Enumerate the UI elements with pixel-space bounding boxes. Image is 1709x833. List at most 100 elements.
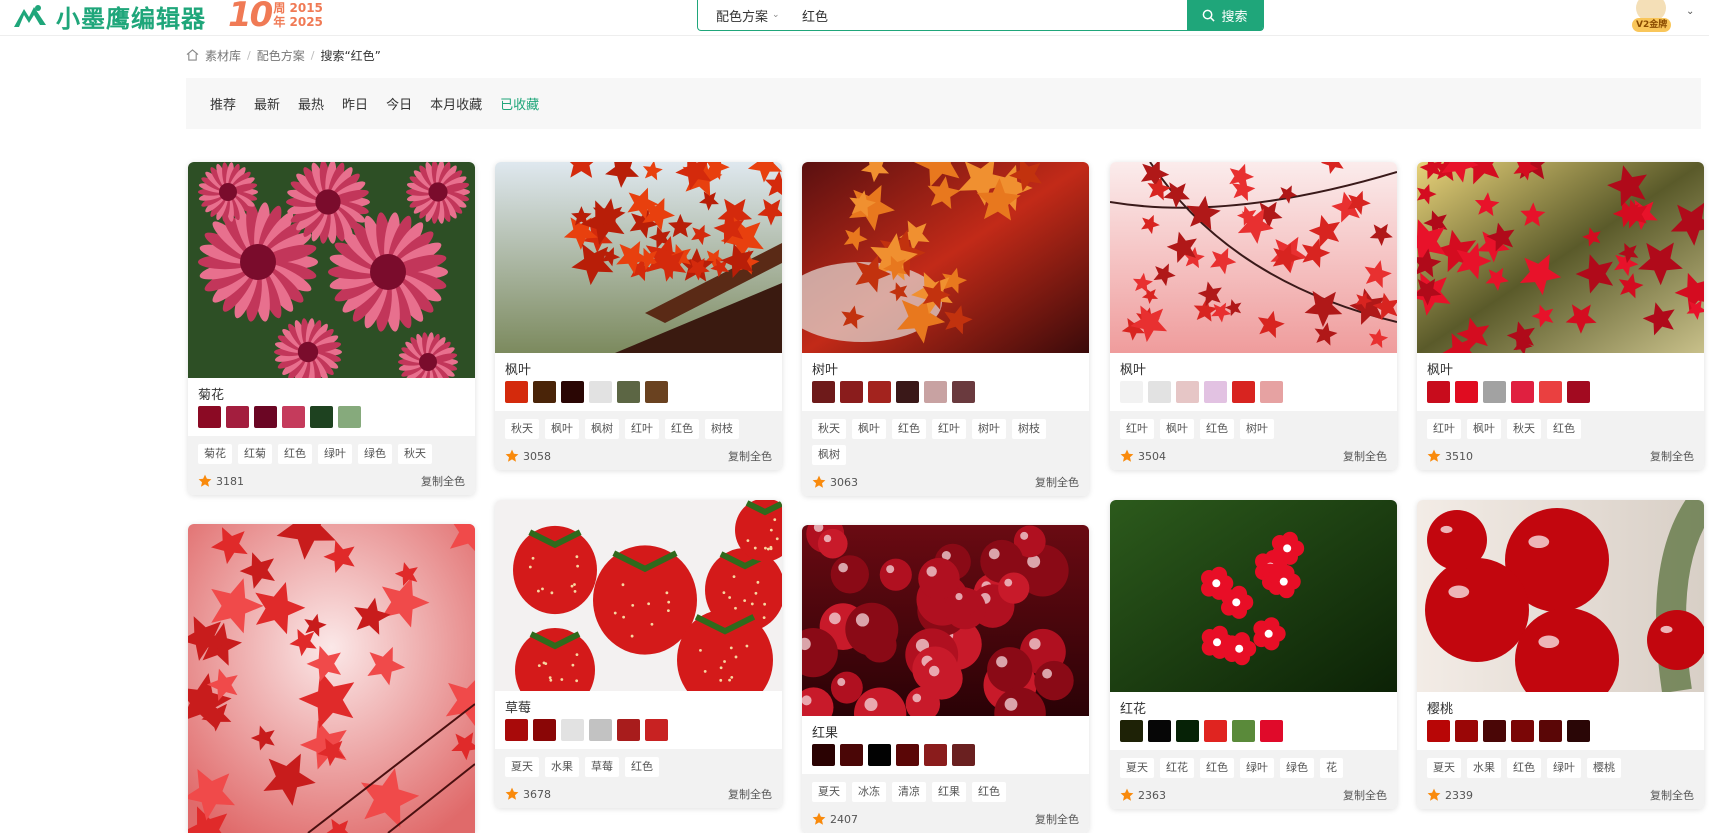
color-swatch[interactable] — [868, 381, 891, 403]
filter-tab-today[interactable]: 今日 — [386, 94, 412, 113]
color-swatch[interactable] — [1176, 381, 1199, 403]
tag[interactable]: 绿色 — [1280, 758, 1314, 778]
color-swatch[interactable] — [505, 381, 528, 403]
palette-card[interactable]: 枫叶 秋天 枫叶 枫树 红叶 红色 树枝 3058 复制全色 — [495, 162, 782, 470]
tag[interactable]: 树叶 — [1240, 419, 1274, 439]
favorite-count[interactable]: 3678 — [505, 787, 551, 801]
filter-tab-yesterday[interactable]: 昨日 — [342, 94, 368, 113]
tag[interactable]: 红色 — [278, 444, 312, 464]
color-swatch[interactable] — [282, 406, 305, 428]
color-swatch[interactable] — [1204, 720, 1227, 742]
palette-image[interactable] — [1110, 162, 1397, 353]
chevron-down-icon[interactable]: ⌄ — [1686, 6, 1694, 17]
color-swatch[interactable] — [840, 744, 863, 766]
copy-all-colors-button[interactable]: 复制全色 — [1650, 787, 1694, 803]
tag[interactable]: 清凉 — [892, 782, 926, 802]
palette-image[interactable] — [495, 500, 782, 691]
filter-tab-recommend[interactable]: 推荐 — [210, 94, 236, 113]
color-swatch[interactable] — [1260, 720, 1283, 742]
color-swatch[interactable] — [338, 406, 361, 428]
copy-all-colors-button[interactable]: 复制全色 — [1035, 811, 1079, 827]
color-swatch[interactable] — [812, 381, 835, 403]
color-swatch[interactable] — [1427, 381, 1450, 403]
color-swatch[interactable] — [1483, 381, 1506, 403]
color-swatch[interactable] — [561, 719, 584, 741]
search-button[interactable]: 搜索 — [1187, 0, 1263, 31]
palette-image[interactable] — [1110, 500, 1397, 692]
favorite-count[interactable]: 3058 — [505, 449, 551, 463]
tag[interactable]: 花 — [1320, 758, 1343, 778]
color-swatch[interactable] — [1539, 381, 1562, 403]
filter-tab-newest[interactable]: 最新 — [254, 94, 280, 113]
color-swatch[interactable] — [645, 719, 668, 741]
tag[interactable]: 红菊 — [238, 444, 272, 464]
palette-card[interactable]: 树叶 秋天 枫叶 红色 红叶 树叶 树枝 枫树 3063 复制全色 — [802, 162, 1089, 496]
tag[interactable]: 树枝 — [705, 419, 739, 439]
color-swatch[interactable] — [868, 744, 891, 766]
color-swatch[interactable] — [645, 381, 668, 403]
color-swatch[interactable] — [1148, 381, 1171, 403]
tag[interactable]: 秋天 — [398, 444, 432, 464]
breadcrumb-home[interactable]: 素材库 — [205, 47, 241, 64]
color-swatch[interactable] — [1427, 720, 1450, 742]
color-swatch[interactable] — [1567, 720, 1590, 742]
color-swatch[interactable] — [533, 381, 556, 403]
palette-card[interactable]: 枫叶 红叶 枫叶 红色 树叶 3504 复制全色 — [1110, 162, 1397, 470]
copy-all-colors-button[interactable]: 复制全色 — [1343, 448, 1387, 464]
tag[interactable]: 草莓 — [585, 757, 619, 777]
color-swatch[interactable] — [561, 381, 584, 403]
palette-image[interactable] — [495, 162, 782, 353]
color-swatch[interactable] — [617, 719, 640, 741]
color-swatch[interactable] — [226, 406, 249, 428]
color-swatch[interactable] — [1539, 720, 1562, 742]
copy-all-colors-button[interactable]: 复制全色 — [728, 448, 772, 464]
tag[interactable]: 菊花 — [198, 444, 232, 464]
tag[interactable]: 枫树 — [812, 445, 846, 465]
copy-all-colors-button[interactable]: 复制全色 — [1650, 448, 1694, 464]
search-input[interactable] — [788, 0, 1187, 30]
palette-card[interactable]: 红花 夏天 红花 红色 绿叶 绿色花 2363 复制全色 — [1110, 500, 1397, 809]
tag[interactable]: 红果 — [932, 782, 966, 802]
favorite-count[interactable]: 2407 — [812, 812, 858, 826]
color-swatch[interactable] — [1232, 381, 1255, 403]
tag[interactable]: 夏天 — [1120, 758, 1154, 778]
color-swatch[interactable] — [840, 381, 863, 403]
palette-card[interactable]: 草莓 夏天 水果 草莓 红色 3678 复制全色 — [495, 500, 782, 808]
color-swatch[interactable] — [952, 381, 975, 403]
color-swatch[interactable] — [1260, 381, 1283, 403]
color-swatch[interactable] — [952, 744, 975, 766]
favorite-count[interactable]: 3181 — [198, 474, 244, 488]
tag[interactable]: 秋天 — [1507, 419, 1541, 439]
favorite-count[interactable]: 3510 — [1427, 449, 1473, 463]
color-swatch[interactable] — [198, 406, 221, 428]
tag[interactable]: 红色 — [665, 419, 699, 439]
tag[interactable]: 绿叶 — [1547, 758, 1581, 778]
color-swatch[interactable] — [1204, 381, 1227, 403]
palette-image[interactable] — [1417, 162, 1704, 353]
color-swatch[interactable] — [254, 406, 277, 428]
tag[interactable]: 绿色 — [358, 444, 392, 464]
filter-tab-collected[interactable]: 已收藏 — [500, 94, 539, 113]
palette-image[interactable] — [188, 524, 475, 833]
tag[interactable]: 红花 — [1160, 758, 1194, 778]
favorite-count[interactable]: 3063 — [812, 475, 858, 489]
tag[interactable]: 红色 — [972, 782, 1006, 802]
tag[interactable]: 枫叶 — [1467, 419, 1501, 439]
tag[interactable]: 绿叶 — [1240, 758, 1274, 778]
color-swatch[interactable] — [812, 744, 835, 766]
color-swatch[interactable] — [1455, 720, 1478, 742]
palette-card[interactable]: 红果 夏天 冰冻 清凉 红果 红色 2407 复制全色 — [802, 525, 1089, 833]
tag[interactable]: 树枝 — [1012, 419, 1046, 439]
copy-all-colors-button[interactable]: 复制全色 — [728, 786, 772, 802]
tag[interactable]: 夏天 — [505, 757, 539, 777]
palette-card[interactable]: 菊花 菊花 红菊 红色 绿叶 绿色 秋天 3181 复制全色 — [188, 162, 475, 495]
color-swatch[interactable] — [1120, 720, 1143, 742]
filter-tab-hottest[interactable]: 最热 — [298, 94, 324, 113]
tag[interactable]: 绿叶 — [318, 444, 352, 464]
color-swatch[interactable] — [1511, 381, 1534, 403]
tag[interactable]: 红叶 — [625, 419, 659, 439]
tag[interactable]: 秋天 — [505, 419, 539, 439]
tag[interactable]: 红叶 — [1427, 419, 1461, 439]
tag[interactable]: 枫树 — [585, 419, 619, 439]
color-swatch[interactable] — [533, 719, 556, 741]
